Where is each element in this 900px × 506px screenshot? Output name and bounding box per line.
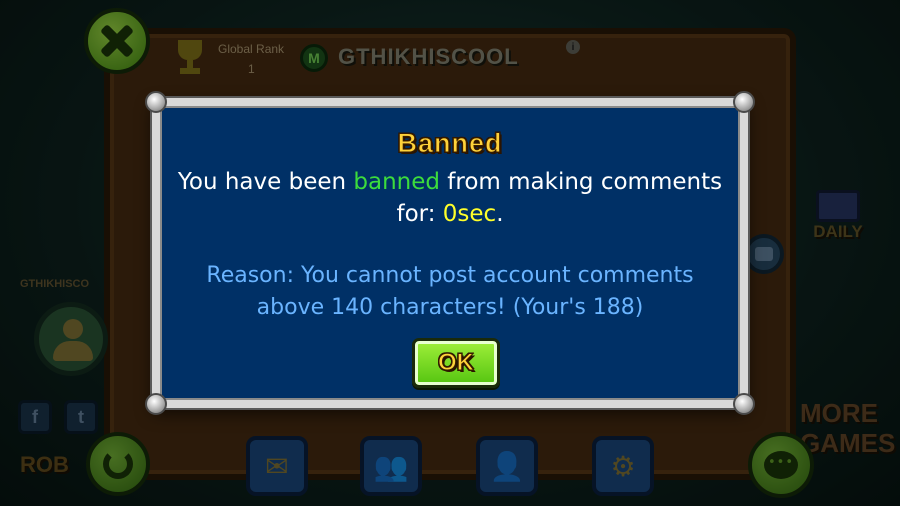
dialog-message: You have been banned from making comment…: [170, 166, 730, 230]
dialog-corner-ornament: [733, 393, 755, 415]
dialog-title: Banned: [397, 128, 503, 159]
ban-duration: 0sec: [442, 201, 497, 227]
message-text: for:: [396, 201, 443, 227]
message-text: .: [496, 201, 504, 227]
ok-button[interactable]: OK: [412, 338, 500, 388]
dialog-corner-ornament: [733, 91, 755, 113]
dialog-corner-ornament: [145, 393, 167, 415]
ban-dialog: Banned You have been banned from making …: [145, 91, 755, 415]
message-text: from making comments: [440, 169, 723, 195]
dialog-corner-ornament: [145, 91, 167, 113]
ban-reason: Reason: You cannot post account comments…: [206, 263, 694, 320]
message-text: You have been: [177, 169, 354, 195]
banned-highlight: banned: [353, 169, 440, 195]
